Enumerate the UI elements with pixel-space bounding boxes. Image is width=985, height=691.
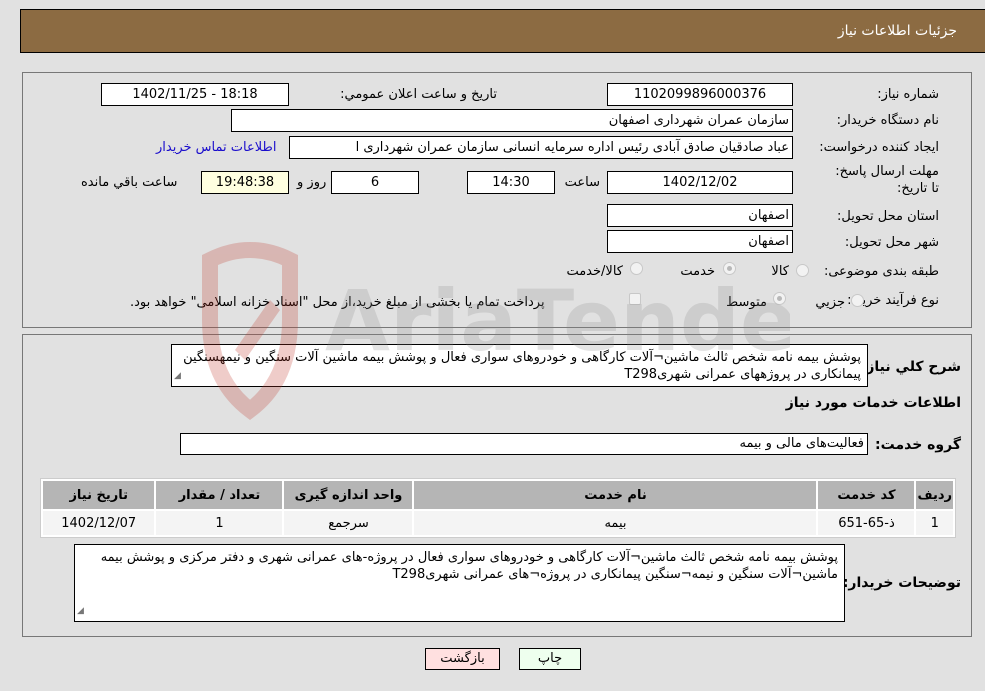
buyer-notes-label: توضیحات خریدار:	[842, 575, 961, 591]
province-field: اصفهان	[607, 204, 793, 227]
resize-grip-icon[interactable]: ◢	[174, 368, 181, 385]
category-service-label: خدمت	[680, 264, 715, 279]
treasury-note: پرداخت تمام یا بخشی از مبلغ خرید،از محل …	[130, 295, 545, 310]
cell-need-date: 1402/12/07	[43, 511, 155, 535]
need-number-field: 1102099896000376	[607, 83, 793, 106]
cell-service-code: ذ-65-651	[818, 511, 915, 535]
days-label: روز و	[297, 175, 327, 190]
process-minor-label: جزيي	[815, 295, 845, 310]
back-button[interactable]: بازگشت	[425, 648, 500, 670]
process-radio-medium[interactable]	[773, 292, 786, 305]
days-field: 6	[331, 171, 419, 194]
col-header-need-date: تاریخ نیاز	[43, 481, 155, 509]
description-text: پوشش بیمه نامه شخص ثالث ماشین¬آلات کارگا…	[183, 350, 861, 382]
description-label: شرح کلي نياز:	[860, 359, 961, 375]
deadline-time-label: ساعت	[564, 175, 600, 190]
remaining-label: ساعت باقي مانده	[81, 175, 178, 190]
city-field: اصفهان	[607, 230, 793, 253]
print-button[interactable]: چاپ	[519, 648, 581, 670]
category-radio-goods[interactable]	[796, 264, 809, 277]
resize-grip-icon[interactable]: ◢	[77, 603, 84, 620]
province-label: استان محل تحویل:	[837, 209, 939, 224]
col-header-service-name: نام خدمت	[414, 481, 817, 509]
need-number-label: شماره نیاز:	[877, 87, 939, 102]
services-table: ردیف کد خدمت نام خدمت واحد اندازه گیری ت…	[40, 478, 956, 538]
deadline-time-field: 14:30	[467, 171, 555, 194]
col-header-row-number: ردیف	[916, 481, 953, 509]
remaining-time-field: 19:48:38	[201, 171, 289, 194]
category-radio-goods-service[interactable]	[630, 262, 643, 275]
service-group-field: فعالیت‌های مالی و بیمه	[180, 433, 868, 455]
table-header-row: ردیف کد خدمت نام خدمت واحد اندازه گیری ت…	[43, 481, 953, 509]
creator-field: عباد صادقیان صادق آبادی رئیس اداره سرمای…	[289, 136, 793, 159]
deadline-date-field: 1402/12/02	[607, 171, 793, 194]
service-group-label: گروه خدمت:	[875, 437, 961, 453]
details-panel: شماره نیاز: 1102099896000376 تاريخ و ساع…	[22, 72, 972, 328]
cell-unit: سرجمع	[284, 511, 413, 535]
buyer-notes-textarea[interactable]: پوشش بیمه نامه شخص ثالث ماشین¬آلات کارگا…	[74, 544, 845, 622]
process-radio-minor[interactable]	[851, 294, 864, 307]
category-goods-label: کالا	[771, 264, 789, 279]
col-header-quantity: تعداد / مقدار	[156, 481, 283, 509]
buyer-notes-text: پوشش بیمه نامه شخص ثالث ماشین¬آلات کارگا…	[100, 550, 838, 582]
city-label: شهر محل تحویل:	[844, 235, 939, 250]
page-header: جزئیات اطلاعات نیاز	[20, 9, 985, 53]
category-label: طبقه بندی موضوعی:	[823, 264, 939, 279]
buyer-contact-link[interactable]: اطلاعات تماس خریدار	[156, 140, 276, 155]
cell-quantity: 1	[156, 511, 283, 535]
announce-field: 1402/11/25 - 18:18	[101, 83, 289, 106]
creator-label: ایجاد کننده درخواست:	[819, 140, 939, 155]
category-goods-service-label: کالا/خدمت	[566, 264, 623, 279]
cell-service-name: بیمه	[414, 511, 817, 535]
process-medium-label: متوسط	[726, 295, 767, 310]
category-radio-service[interactable]	[723, 262, 736, 275]
page-title: جزئیات اطلاعات نیاز	[837, 23, 957, 39]
col-header-service-code: کد خدمت	[818, 481, 915, 509]
col-header-unit: واحد اندازه گیری	[284, 481, 413, 509]
treasury-checkbox[interactable]	[629, 293, 641, 305]
cell-row-number: 1	[916, 511, 953, 535]
description-textarea[interactable]: پوشش بیمه نامه شخص ثالث ماشین¬آلات کارگا…	[171, 344, 868, 387]
buyer-org-label: نام دستگاه خریدار:	[836, 113, 939, 128]
table-row: 1 ذ-65-651 بیمه سرجمع 1 1402/12/07	[43, 511, 953, 535]
announce-label: تاريخ و ساعت اعلان عمومي:	[340, 87, 497, 102]
deadline-label: مهلت ارسال پاسخ: تا تاریخ:	[835, 164, 939, 196]
services-panel: شرح کلي نياز: پوشش بیمه نامه شخص ثالث ما…	[22, 334, 972, 637]
buyer-org-field: سازمان عمران شهرداری اصفهان	[231, 109, 793, 132]
services-section-title: اطلاعات خدمات مورد نياز	[785, 395, 961, 411]
